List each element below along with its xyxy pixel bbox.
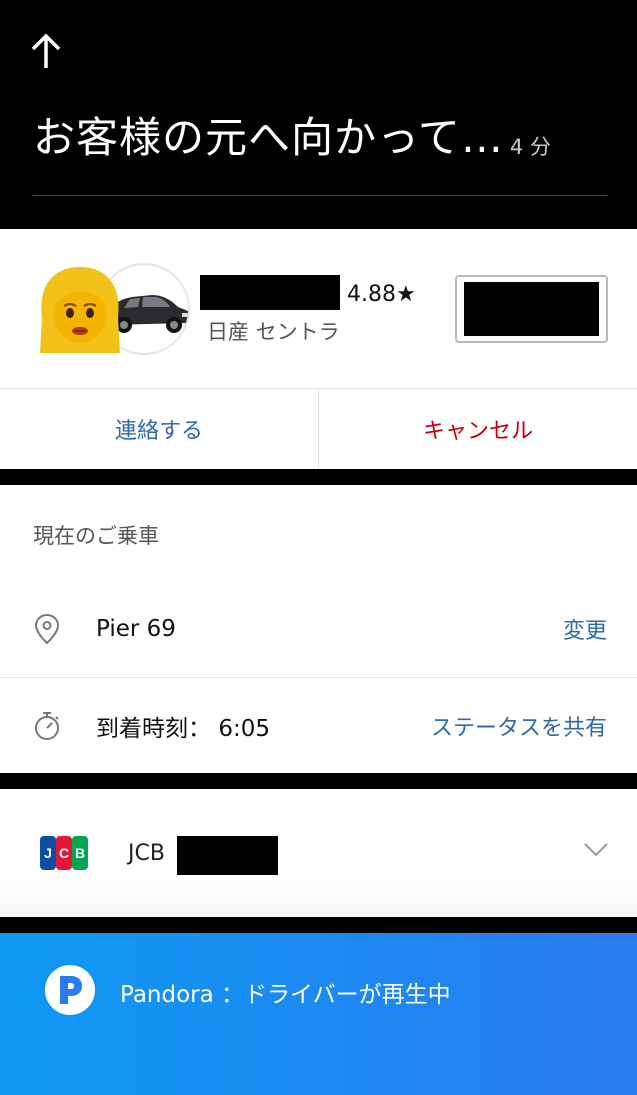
action-row: 連絡する キャンセル (0, 389, 637, 469)
page-title: お客様の元へ向かって… (33, 113, 504, 162)
svg-text:J: J (44, 845, 52, 861)
title-row: お客様の元へ向かって… 4 分 (33, 104, 607, 165)
arrival-time-text: 到着時刻： 6:05 (96, 709, 270, 743)
change-pickup-button[interactable]: 変更 (563, 613, 607, 645)
driver-name-redacted (200, 275, 340, 310)
trip-section: 現在のご乗車 Pier 69 変更 到着時刻： 6:05 ステータスを共有 (0, 485, 637, 773)
eta-label: 4 分 (509, 135, 551, 159)
payment-row[interactable]: J C B JCB (0, 789, 637, 917)
arrival-time: 6:05 (218, 715, 270, 742)
svg-text:C: C (59, 845, 69, 861)
stopwatch-icon (35, 711, 59, 740)
pandora-banner[interactable]: Pandora ：ドライバーが再生中 (0, 933, 637, 1095)
share-status-button[interactable]: ステータスを共有 (431, 710, 607, 742)
contact-button[interactable]: 連絡する (0, 389, 318, 469)
driver-card: 4.88★ 日産 セントラ (0, 229, 637, 389)
car-model: 日産 セントラ (207, 320, 340, 344)
card-number-redacted (177, 836, 278, 875)
driver-avatar[interactable] (32, 259, 128, 355)
pandora-status: Pandora ：ドライバーが再生中 (120, 975, 451, 1009)
cancel-button[interactable]: キャンセル (318, 389, 637, 469)
arrival-label: 到着時刻： (96, 715, 211, 742)
license-plate (455, 275, 608, 343)
svg-text:B: B (75, 845, 85, 861)
license-plate-redacted (464, 282, 599, 336)
payment-card-brand: JCB (128, 841, 165, 866)
jcb-card-icon: J C B (40, 836, 88, 870)
pickup-location: Pier 69 (96, 615, 176, 642)
header: お客様の元へ向かって… 4 分 (0, 0, 637, 229)
driver-rating: 4.88★ (347, 282, 416, 307)
arrival-row: 到着時刻： 6:05 ステータスを共有 (0, 678, 637, 773)
music-service: Pandora (120, 982, 214, 1008)
pickup-row[interactable]: Pier 69 変更 (0, 580, 637, 678)
arrow-up-icon[interactable] (28, 30, 64, 70)
location-pin-icon (34, 613, 60, 644)
pandora-logo-icon (45, 965, 95, 1015)
divider (33, 195, 607, 196)
section-title: 現在のご乗車 (33, 524, 159, 548)
chevron-down-icon[interactable] (583, 841, 609, 859)
music-status: ：ドライバーが再生中 (221, 982, 451, 1008)
